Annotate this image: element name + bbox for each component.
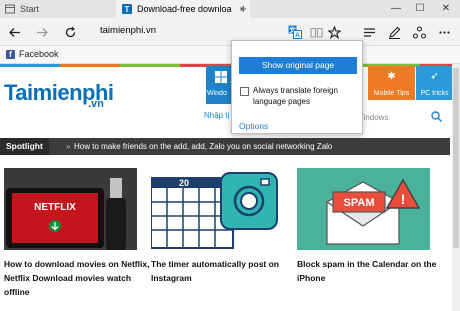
nav-mobile-tips[interactable]: ✱ Mobile Tips bbox=[368, 66, 415, 100]
refresh-button[interactable] bbox=[59, 18, 81, 46]
translate-popup: Show original page Always translate fore… bbox=[231, 40, 363, 134]
back-button[interactable] bbox=[3, 18, 25, 46]
minimize-button[interactable]: — bbox=[384, 0, 408, 18]
search-icon[interactable] bbox=[431, 111, 443, 125]
calendar-year-text: 20 bbox=[179, 178, 189, 188]
always-translate-checkbox[interactable] bbox=[240, 87, 249, 96]
spam-label-text: SPAM bbox=[344, 197, 375, 209]
double-chevron-icon: » bbox=[66, 142, 71, 151]
site-search-input[interactable]: Windows bbox=[356, 110, 426, 126]
windows-logo-icon bbox=[215, 71, 227, 83]
forward-arrow-icon bbox=[36, 27, 48, 37]
forward-button[interactable] bbox=[31, 18, 53, 46]
favorites-bar: f Facebook bbox=[0, 46, 460, 64]
article-title[interactable]: How to download movies on Netflix, Netfl… bbox=[4, 257, 152, 299]
svg-text:A: A bbox=[295, 32, 300, 39]
refresh-icon bbox=[65, 26, 75, 37]
nhap-tin-link[interactable]: Nhập tị bbox=[204, 111, 229, 120]
hub-icon bbox=[363, 27, 375, 37]
svg-text:T: T bbox=[125, 5, 130, 14]
reading-view-icon bbox=[309, 27, 323, 38]
nav-windows-label: Windo bbox=[207, 90, 227, 97]
share-icon bbox=[412, 25, 426, 39]
spotlight-bar: Spotlight » How to make friends on the a… bbox=[0, 138, 450, 155]
tab-label: Download-free downloa bbox=[137, 4, 232, 14]
rocket-icon: ➶ bbox=[430, 71, 439, 82]
start-page-icon bbox=[5, 4, 15, 14]
article-title[interactable]: The timer automatically post on Instagra… bbox=[151, 257, 299, 285]
tab-label: Start bbox=[20, 4, 40, 14]
nav-pc-label: PC tricks bbox=[420, 90, 449, 97]
star-icon bbox=[327, 25, 341, 39]
show-original-page-button[interactable]: Show original page bbox=[239, 57, 357, 74]
maximize-button[interactable]: ☐ bbox=[408, 0, 432, 18]
address-bar[interactable]: taimienphi.vn bbox=[100, 25, 156, 36]
nav-pc-tricks[interactable]: ➶ PC tricks bbox=[416, 66, 453, 100]
article-title[interactable]: Block spam in the Calendar on the iPhone bbox=[297, 257, 445, 285]
svg-text:!: ! bbox=[401, 191, 406, 207]
spotlight-headline[interactable]: How to make friends on the add, add, Zal… bbox=[74, 138, 332, 155]
browser-window: Start T Download-free downloa × + — ☐ ✕ … bbox=[0, 0, 460, 311]
navigation-toolbar: taimienphi.vn 文A bbox=[0, 18, 460, 46]
share-button[interactable] bbox=[408, 18, 430, 46]
always-translate-label[interactable]: Always translate foreign language pages bbox=[253, 85, 361, 107]
article-thumbnail[interactable]: 20 bbox=[151, 168, 284, 250]
pen-note-icon bbox=[388, 26, 400, 39]
tab-start[interactable]: Start bbox=[0, 0, 116, 18]
translate-icon: 文A bbox=[288, 25, 302, 39]
facebook-icon: f bbox=[6, 50, 15, 59]
more-button[interactable] bbox=[433, 18, 455, 46]
lightbulb-icon: ✱ bbox=[387, 71, 396, 82]
web-note-button[interactable] bbox=[383, 18, 405, 46]
site-logo-suffix: .vn bbox=[88, 98, 104, 110]
back-arrow-icon bbox=[8, 27, 20, 37]
new-tab-button[interactable]: + bbox=[236, 0, 250, 18]
more-dots-icon bbox=[438, 30, 450, 34]
close-window-button[interactable]: ✕ bbox=[434, 0, 458, 18]
web-page: Taimienphi .vn Windo ✱ Mobile Tips ➶ PC … bbox=[0, 64, 460, 311]
tab-bar: Start T Download-free downloa × + — ☐ ✕ bbox=[0, 0, 460, 18]
netflix-logo-text: NETFLIX bbox=[34, 202, 76, 213]
nav-mobile-label: Mobile Tips bbox=[373, 90, 410, 97]
spotlight-label: Spotlight bbox=[0, 138, 49, 155]
site-favicon-icon: T bbox=[122, 4, 132, 14]
scrollbar-thumb[interactable] bbox=[453, 68, 459, 248]
article-thumbnail[interactable]: SPAM ! bbox=[297, 168, 430, 250]
tab-download-free[interactable]: T Download-free downloa × bbox=[116, 0, 250, 18]
favorite-facebook[interactable]: Facebook bbox=[19, 49, 59, 59]
article-thumbnail[interactable]: NETFLIX bbox=[4, 168, 137, 250]
translate-options-link[interactable]: Options bbox=[239, 121, 268, 131]
